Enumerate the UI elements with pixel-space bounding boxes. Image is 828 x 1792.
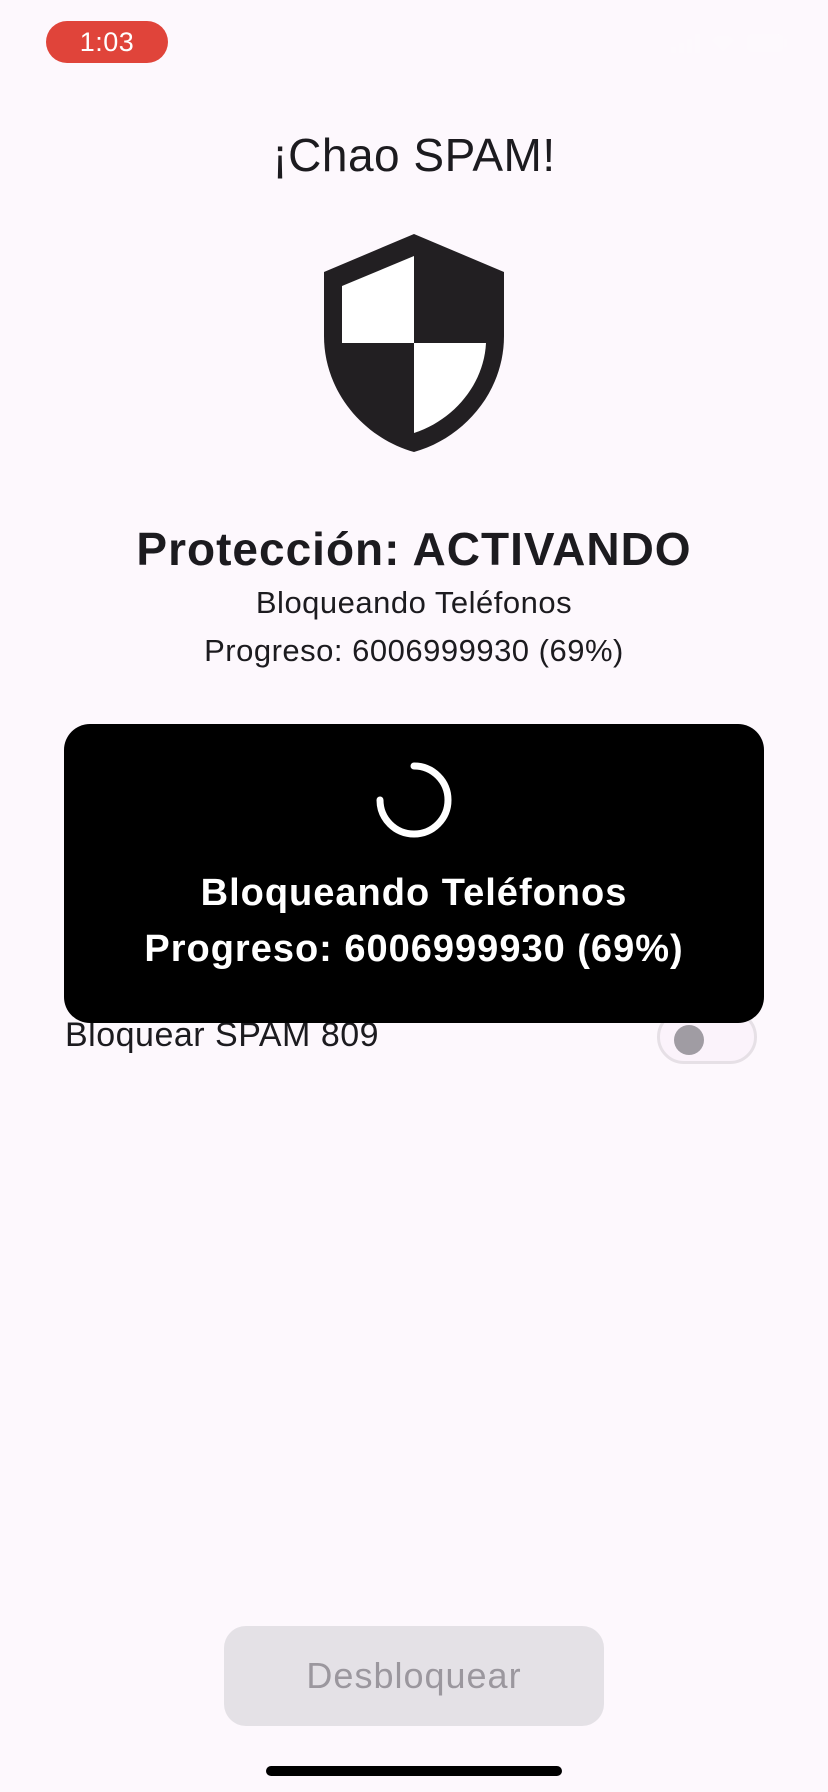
loading-overlay: Bloqueando Teléfonos Progreso: 600699993… xyxy=(64,724,764,1023)
unlock-button[interactable]: Desbloquear xyxy=(224,1626,604,1726)
battery-icon xyxy=(746,33,788,53)
overlay-detail: Bloqueando Teléfonos xyxy=(200,872,628,914)
wifi-icon xyxy=(710,33,736,53)
status-time: 1:03 xyxy=(46,21,168,63)
app-screen: 1:03 ¡Chao SPAM! Protección: ACTIVANDO B… xyxy=(0,0,828,1792)
spinner-icon xyxy=(376,762,452,838)
toggle-thumb xyxy=(674,1025,704,1055)
status-progress: Progreso: 6006999930 (69%) xyxy=(204,633,624,668)
home-indicator xyxy=(266,1766,562,1776)
overlay-progress: Progreso: 6006999930 (69%) xyxy=(144,928,684,970)
status-detail: Bloqueando Teléfonos xyxy=(255,585,573,620)
signal-icon xyxy=(671,33,700,53)
app-title: ¡Chao SPAM! xyxy=(272,129,556,181)
status-icons xyxy=(671,33,788,53)
protection-status: Protección: ACTIVANDO xyxy=(136,523,692,575)
shield-icon xyxy=(324,234,504,452)
